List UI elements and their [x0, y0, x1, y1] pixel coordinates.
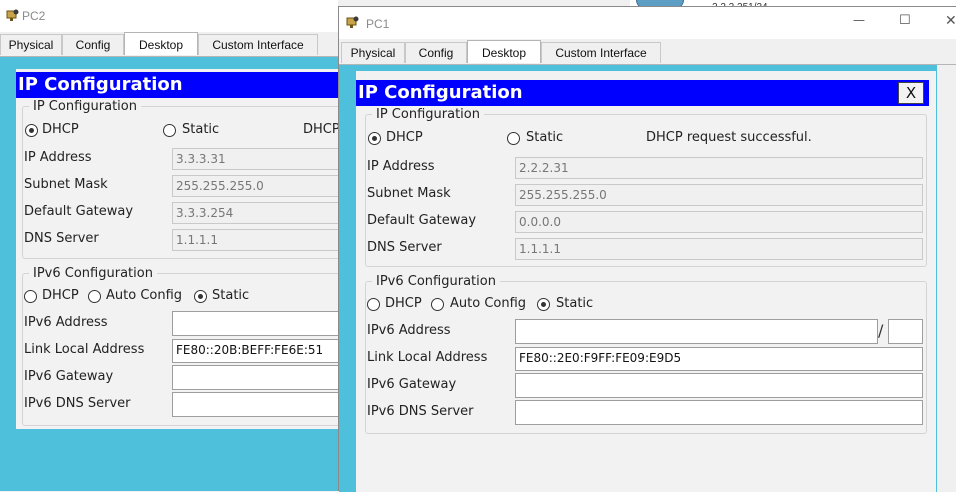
pc2-subnet-mask-field[interactable]: 255.255.255.0: [172, 175, 352, 197]
pc2-ip-address-label: IP Address: [24, 150, 92, 165]
pc1-default-gateway-label: Default Gateway: [367, 213, 477, 228]
pc2-dns-server-field[interactable]: 1.1.1.1: [172, 229, 352, 251]
pc1-close-button[interactable]: X: [898, 82, 924, 104]
pc1-tab-bar: Physical Config Desktop Custom Interface: [339, 40, 956, 65]
pc1-dns-server-field[interactable]: 1.1.1.1: [515, 238, 923, 260]
pc2-window: PC2 Physical Config Desktop Custom Inter…: [0, 0, 354, 491]
pc1-ipv6-gateway-field[interactable]: [515, 373, 923, 398]
pc1-subnet-mask-label: Subnet Mask: [367, 186, 451, 201]
pc2-tab-physical[interactable]: Physical: [0, 34, 62, 55]
pc2-ipv6-auto-config-label: Auto Config: [106, 288, 183, 303]
pc1-ipv4-dhcp-radio[interactable]: [368, 132, 381, 145]
pc1-default-gateway-field[interactable]: 0.0.0.0: [515, 211, 923, 233]
pc2-link-local-field[interactable]: FE80::20B:BEFF:FE6E:51: [172, 339, 352, 363]
pc1-tab-physical[interactable]: Physical: [341, 42, 405, 63]
pc2-ipv6-address-label: IPv6 Address: [24, 315, 108, 330]
pc1-title-bar[interactable]: PC1 — ☐ ✕: [339, 7, 956, 39]
pc1-ipv6-dns-label: IPv6 DNS Server: [367, 404, 474, 419]
pc1-ip-address-field[interactable]: 2.2.2.31: [515, 157, 923, 179]
minimize-icon[interactable]: —: [853, 13, 865, 27]
pc1-ip-config-panel: IP Configuration X IP Configuration DHCP…: [356, 71, 936, 492]
pc1-ipv6-legend: IPv6 Configuration: [376, 274, 496, 289]
pc2-default-gateway-field[interactable]: 3.3.3.254: [172, 202, 352, 224]
pc1-ip-address-label: IP Address: [367, 159, 435, 174]
pc1-ipv6-address-field[interactable]: [515, 319, 878, 344]
pc2-link-local-label: Link Local Address: [24, 342, 145, 357]
pc1-ip-config-header: IP Configuration: [356, 80, 929, 106]
pc1-tab-desktop[interactable]: Desktop: [467, 40, 541, 63]
pc2-dhcp-status: DHCP: [303, 122, 340, 137]
pc1-dns-server-label: DNS Server: [367, 240, 442, 255]
pc2-ipv6-dhcp-radio[interactable]: [24, 290, 37, 303]
pc2-ipv6-auto-config-radio[interactable]: [88, 290, 101, 303]
pc1-ipv6-address-label: IPv6 Address: [367, 323, 451, 338]
pc1-subnet-mask-field[interactable]: 255.255.255.0: [515, 184, 923, 206]
pc1-ipv6-prefix-field[interactable]: [888, 319, 923, 344]
pc2-default-gateway-label: Default Gateway: [24, 204, 134, 219]
pc1-ipv6-static-label: Static: [556, 296, 594, 311]
pc2-tab-config[interactable]: Config: [62, 34, 124, 55]
pc2-ipv6-address-field[interactable]: [172, 311, 352, 336]
pc2-ipv6-dns-field[interactable]: [172, 392, 352, 417]
packet-tracer-app-icon: [346, 16, 359, 28]
pc1-ipv4-static-radio[interactable]: [507, 132, 520, 145]
pc2-ipv4-dhcp-radio[interactable]: [25, 124, 38, 137]
maximize-icon[interactable]: ☐: [899, 13, 911, 28]
pc2-ipv6-dns-label: IPv6 DNS Server: [24, 396, 131, 411]
pc2-ipv4-static-label: Static: [182, 122, 220, 137]
pc2-ip-config-header: IP Configuration: [16, 72, 338, 98]
pc1-window-title: PC1: [366, 17, 390, 31]
pc1-ipv6-gateway-label: IPv6 Gateway: [367, 377, 457, 392]
pc2-ipv6-gateway-field[interactable]: [172, 365, 352, 390]
pc2-ipv6-static-radio[interactable]: [194, 290, 207, 303]
pc1-ipv6-dns-field[interactable]: [515, 400, 923, 425]
pc1-link-local-label: Link Local Address: [367, 350, 488, 365]
pc1-tab-custom-interface[interactable]: Custom Interface: [541, 42, 661, 63]
pc2-tab-desktop[interactable]: Desktop: [124, 32, 198, 55]
pc1-dhcp-status: DHCP request successful.: [646, 130, 812, 145]
pc2-tab-bar: Physical Config Desktop Custom Interface: [0, 32, 338, 57]
pc2-subnet-mask-label: Subnet Mask: [24, 177, 108, 192]
pc2-ipv6-static-label: Static: [212, 288, 250, 303]
pc1-ipv4-dhcp-label: DHCP: [386, 130, 423, 145]
pc2-ipv4-static-radio[interactable]: [163, 124, 176, 137]
pc2-ip-address-field[interactable]: 3.3.3.31: [172, 148, 352, 170]
packet-tracer-app-icon: [6, 9, 19, 21]
pc2-ipv6-dhcp-label: DHCP: [42, 288, 79, 303]
pc1-tab-config[interactable]: Config: [405, 42, 467, 63]
pc1-link-local-field[interactable]: FE80::2E0:F9FF:FE09:E9D5: [515, 347, 923, 371]
pc2-ipv4-legend: IP Configuration: [33, 99, 137, 114]
pc1-ipv6-static-radio[interactable]: [537, 298, 550, 311]
pc2-ipv6-gateway-label: IPv6 Gateway: [24, 369, 114, 384]
pc1-ipv6-auto-config-label: Auto Config: [450, 296, 527, 311]
pc1-ipv4-legend: IP Configuration: [376, 107, 480, 122]
pc2-window-title: PC2: [22, 9, 46, 23]
pc2-ip-config-panel: IP Configuration IP Configuration DHCP S…: [16, 69, 354, 429]
pc1-ipv6-dhcp-label: DHCP: [385, 296, 422, 311]
pc1-ipv6-auto-config-radio[interactable]: [431, 298, 444, 311]
pc1-window: PC1 — ☐ ✕ Physical Config Desktop Custom…: [338, 6, 956, 492]
pc2-ipv6-legend: IPv6 Configuration: [33, 266, 153, 281]
pc2-dns-server-label: DNS Server: [24, 231, 99, 246]
pc1-ipv6-dhcp-radio[interactable]: [367, 298, 380, 311]
pc2-title-bar[interactable]: PC2: [0, 0, 338, 32]
pc1-ipv4-static-label: Static: [526, 130, 564, 145]
close-icon[interactable]: ✕: [945, 13, 956, 29]
pc2-ipv4-dhcp-label: DHCP: [42, 122, 79, 137]
pc2-tab-custom-interface[interactable]: Custom Interface: [198, 34, 318, 55]
pc1-prefix-separator: /: [878, 321, 884, 340]
